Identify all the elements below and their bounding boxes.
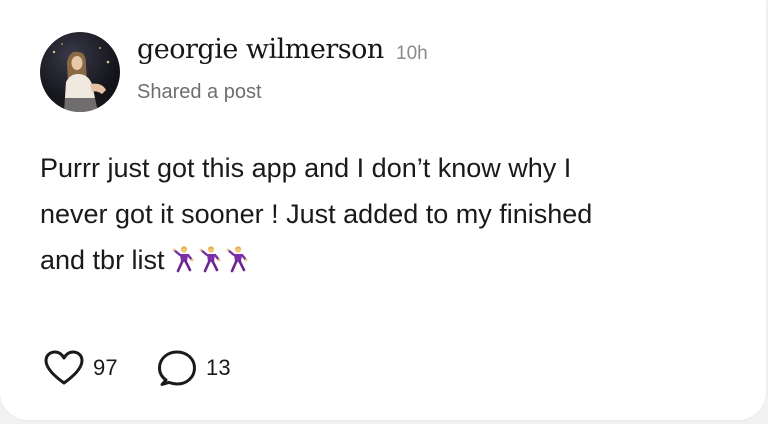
dancing-man-emoji [226, 246, 247, 273]
like-button[interactable]: 97 [44, 348, 118, 388]
post-timestamp: 10h [396, 43, 428, 64]
post-body-line: and tbr list [40, 237, 740, 287]
post-activity-label: Shared a post [137, 81, 262, 103]
author-name[interactable]: georgie wilmerson [137, 34, 384, 65]
post-body: Purrr just got this app and I don’t know… [40, 145, 740, 287]
heart-icon [44, 350, 84, 385]
comment-button[interactable]: 13 [157, 348, 231, 388]
like-count: 97 [93, 355, 118, 380]
avatar-photo [40, 43, 120, 112]
dancing-man-emoji [199, 246, 220, 273]
comment-bubble-icon [158, 350, 196, 386]
post-body-line: never got it sooner ! Just added to my f… [40, 199, 593, 229]
emoji-group [171, 241, 252, 287]
avatar[interactable] [40, 32, 120, 112]
post-body-line: Purrr just got this app and I don’t know… [40, 153, 572, 183]
comment-count: 13 [206, 355, 231, 380]
post-body-line-text: and tbr list [40, 245, 165, 275]
dancing-man-emoji [172, 246, 193, 273]
post-card: georgie wilmerson 10h Shared a post Purr… [0, 0, 766, 420]
